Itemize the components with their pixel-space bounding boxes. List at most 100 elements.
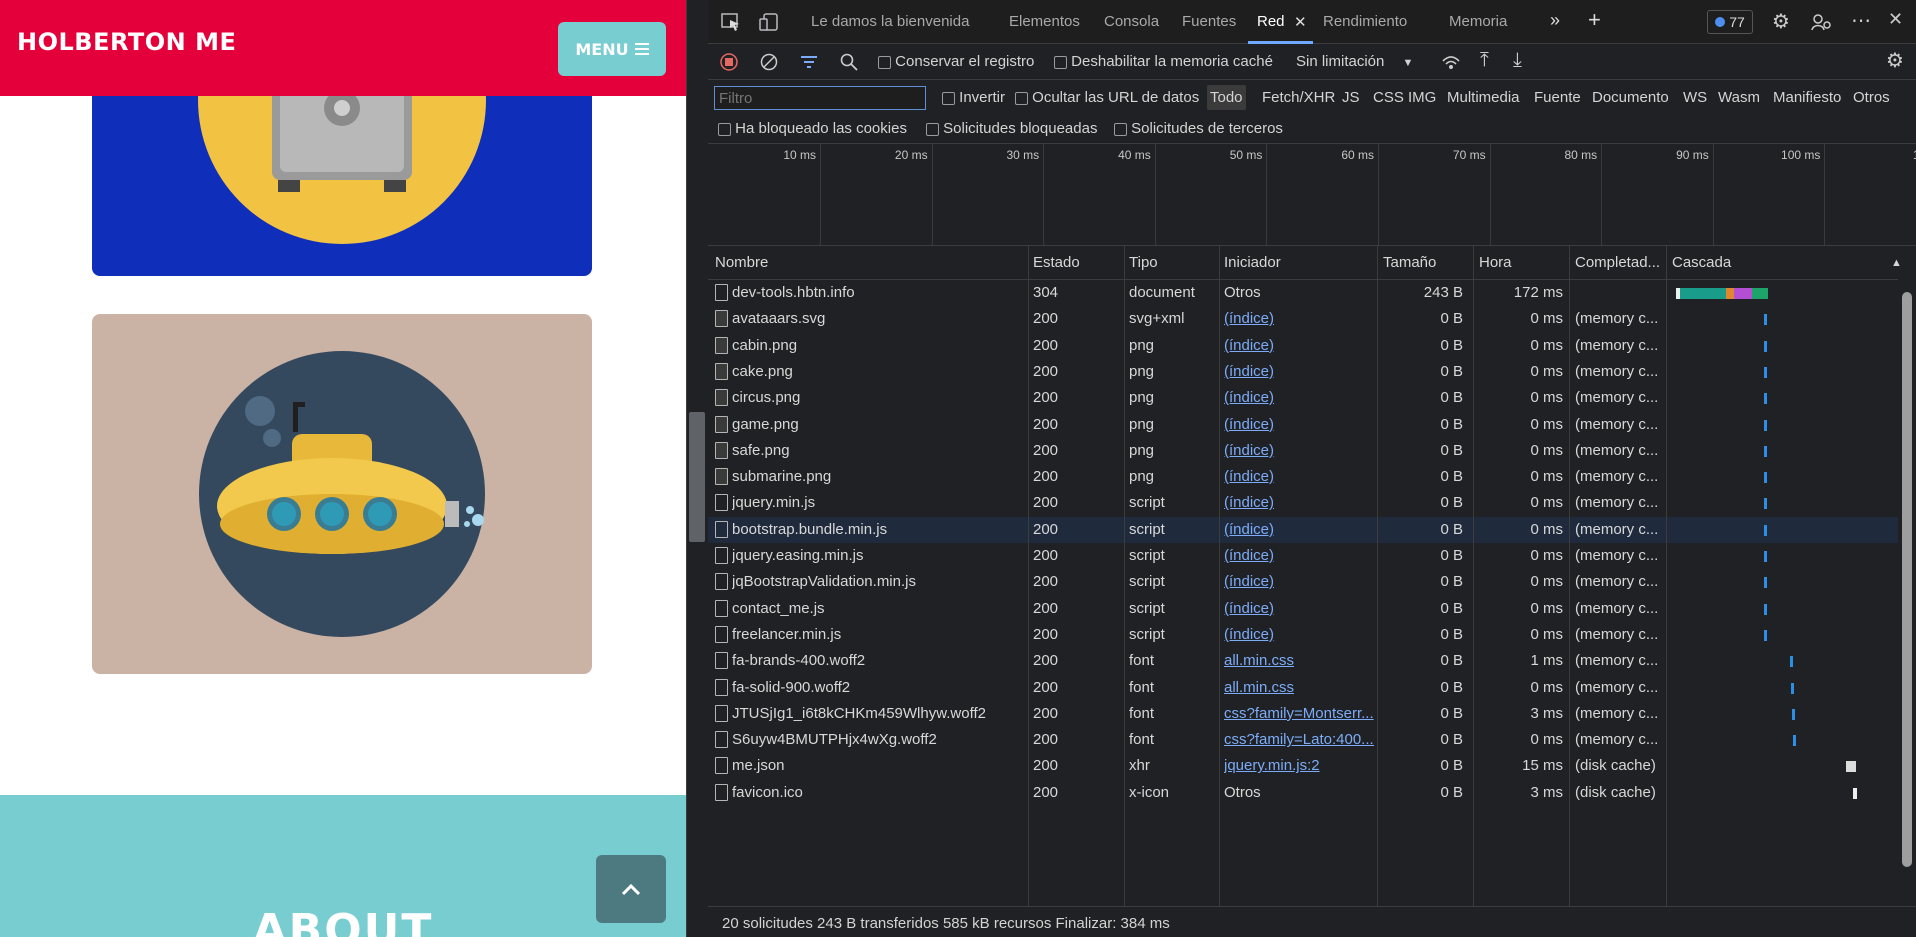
page-scrollbar-thumb[interactable] — [689, 412, 705, 542]
device-toolbar-icon[interactable] — [758, 12, 780, 32]
filter-type-document[interactable]: Documento — [1592, 89, 1669, 106]
settings-gear-icon[interactable]: ⚙ — [1772, 9, 1790, 34]
scroll-to-top-button[interactable] — [596, 855, 666, 923]
filter-type-wasm[interactable]: Wasm — [1718, 89, 1760, 106]
filter-type-ws[interactable]: WS — [1683, 89, 1707, 106]
column-type[interactable]: Tipo — [1129, 254, 1158, 271]
request-initiator[interactable]: (índice) — [1224, 600, 1374, 617]
table-row[interactable]: favicon.ico 200 x-icon Otros 0 B 3 ms (disk ca… — [708, 780, 1898, 806]
filter-icon[interactable] — [800, 54, 818, 70]
issues-badge[interactable]: 77 — [1707, 10, 1753, 34]
table-row[interactable]: fa-brands-400.woff2 200 font all.min.css 0 B… — [708, 648, 1898, 674]
request-initiator[interactable]: (índice) — [1224, 337, 1374, 354]
table-row[interactable]: safe.png 200 png (índice) 0 B 0 ms (memory c..… — [708, 438, 1898, 464]
more-tabs-icon[interactable]: » — [1550, 10, 1560, 31]
hide-data-urls-check[interactable] — [1015, 91, 1028, 105]
table-row[interactable]: jquery.min.js 200 script (índice) 0 B 0 ms (me… — [708, 490, 1898, 516]
filter-type-fetch-xhr[interactable]: Fetch/XHR — [1262, 89, 1335, 106]
filter-type-css[interactable]: CSS — [1373, 89, 1404, 106]
request-initiator[interactable]: (índice) — [1224, 573, 1374, 590]
hide-data-urls-checkbox[interactable]: Ocultar las URL de datos — [1015, 89, 1199, 106]
inspect-element-icon[interactable] — [720, 12, 742, 32]
search-icon[interactable] — [840, 53, 858, 71]
tab-sources[interactable]: Fuentes — [1182, 13, 1236, 30]
preserve-log-check[interactable] — [878, 55, 891, 69]
table-scrollbar-thumb[interactable] — [1902, 292, 1912, 867]
table-row[interactable]: me.json 200 xhr jquery.min.js:2 0 B 15 ms (dis… — [708, 753, 1898, 779]
column-waterfall[interactable]: Cascada — [1672, 254, 1731, 271]
request-initiator[interactable]: css?family=Lato:400.... — [1224, 731, 1374, 748]
tab-welcome[interactable]: Le damos la bienvenida — [811, 13, 969, 30]
table-row[interactable]: S6uyw4BMUTPHjx4wXg.woff2 200 font css?famil… — [708, 727, 1898, 753]
table-row[interactable]: game.png 200 png (índice) 0 B 0 ms (memory c..… — [708, 412, 1898, 438]
clear-icon[interactable] — [760, 53, 778, 71]
filter-type-js[interactable]: JS — [1342, 89, 1360, 106]
table-row[interactable]: fa-solid-900.woff2 200 font all.min.css 0 B 0… — [708, 675, 1898, 701]
blocked-requests-checkbox[interactable]: Solicitudes bloqueadas — [926, 120, 1097, 137]
table-row[interactable]: submarine.png 200 png (índice) 0 B 0 ms (memor… — [708, 464, 1898, 490]
request-initiator[interactable]: (índice) — [1224, 310, 1374, 327]
export-har-icon[interactable]: ⤓ — [1513, 49, 1522, 72]
third-party-check[interactable] — [1114, 122, 1127, 136]
network-settings-gear-icon[interactable]: ⚙ — [1886, 48, 1904, 73]
more-options-icon[interactable]: ⋯ — [1851, 8, 1871, 33]
request-initiator[interactable]: jquery.min.js:2 — [1224, 757, 1374, 774]
request-initiator[interactable]: (índice) — [1224, 468, 1374, 485]
request-initiator[interactable]: (índice) — [1224, 547, 1374, 564]
table-row[interactable]: contact_me.js 200 script (índice) 0 B 0 ms (me… — [708, 596, 1898, 622]
network-conditions-icon[interactable] — [1441, 53, 1461, 71]
request-initiator[interactable]: (índice) — [1224, 521, 1374, 538]
column-fulfilled[interactable]: Completad... — [1575, 254, 1660, 271]
table-row[interactable]: freelancer.min.js 200 script (índice) 0 B 0 m… — [708, 622, 1898, 648]
table-row[interactable]: cabin.png 200 png (índice) 0 B 0 ms (memory c.… — [708, 333, 1898, 359]
invert-check[interactable] — [942, 91, 955, 105]
network-overview-timeline[interactable]: 10 ms 20 ms 30 ms 40 ms 50 ms 60 ms 70 ms 80 ms… — [708, 144, 1916, 246]
filter-type-all[interactable]: Todo — [1207, 85, 1246, 110]
blocked-requests-check[interactable] — [926, 122, 939, 136]
column-time[interactable]: Hora — [1479, 254, 1512, 271]
filter-input[interactable] — [714, 86, 926, 110]
portfolio-card-submarine[interactable] — [92, 314, 592, 674]
table-row[interactable]: dev-tools.hbtn.info 304 document Otros 243 B… — [708, 280, 1898, 306]
request-initiator[interactable]: (índice) — [1224, 494, 1374, 511]
filter-type-other[interactable]: Otros — [1853, 89, 1890, 106]
record-stop-icon[interactable] — [720, 53, 738, 71]
preserve-log-checkbox[interactable]: Conservar el registro — [878, 53, 1034, 70]
filter-type-img[interactable]: IMG — [1408, 89, 1436, 106]
table-row[interactable]: avataaars.svg 200 svg+xml (índice) 0 B 0 ms (m… — [708, 306, 1898, 332]
tab-performance[interactable]: Rendimiento — [1323, 13, 1407, 30]
blocked-cookies-check[interactable] — [718, 122, 731, 136]
tab-network[interactable]: Red — [1257, 13, 1285, 30]
disable-cache-checkbox[interactable]: Deshabilitar la memoria caché — [1054, 53, 1273, 70]
column-initiator[interactable]: Iniciador — [1224, 254, 1281, 271]
table-row[interactable]: JTUSjIg1_i6t8kCHKm459Wlhyw.woff2 200 font c… — [708, 701, 1898, 727]
site-brand[interactable]: HOLBERTON ME — [17, 28, 236, 56]
table-row[interactable]: cake.png 200 png (índice) 0 B 0 ms (memory c..… — [708, 359, 1898, 385]
third-party-checkbox[interactable]: Solicitudes de terceros — [1114, 120, 1283, 137]
request-initiator[interactable]: (índice) — [1224, 442, 1374, 459]
request-initiator[interactable]: (índice) — [1224, 626, 1374, 643]
column-status[interactable]: Estado — [1033, 254, 1080, 271]
request-initiator[interactable]: css?family=Montserr... — [1224, 705, 1374, 722]
throttling-select[interactable]: Sin limitación ▼ — [1296, 53, 1413, 70]
column-size[interactable]: Tamaño — [1383, 254, 1436, 271]
disable-cache-check[interactable] — [1054, 55, 1067, 69]
blocked-cookies-checkbox[interactable]: Ha bloqueado las cookies — [718, 120, 907, 137]
import-har-icon[interactable]: ⤒ — [1480, 49, 1489, 72]
invert-checkbox[interactable]: Invertir — [942, 89, 1005, 106]
tab-console[interactable]: Consola — [1104, 13, 1159, 30]
filter-type-media[interactable]: Multimedia — [1447, 89, 1520, 106]
tab-elements[interactable]: Elementos — [1009, 13, 1080, 30]
filter-type-font[interactable]: Fuente — [1534, 89, 1581, 106]
close-devtools-icon[interactable]: ✕ — [1888, 9, 1903, 30]
close-tab-icon[interactable]: ✕ — [1294, 13, 1307, 31]
column-name[interactable]: Nombre — [715, 254, 768, 271]
request-initiator[interactable]: (índice) — [1224, 389, 1374, 406]
table-row[interactable]: circus.png 200 png (índice) 0 B 0 ms (memory c… — [708, 385, 1898, 411]
new-tab-icon[interactable]: + — [1588, 7, 1601, 33]
request-initiator[interactable]: (índice) — [1224, 363, 1374, 380]
request-initiator[interactable]: all.min.css — [1224, 652, 1374, 669]
table-row[interactable]: jquery.easing.min.js 200 script (índice) 0 B… — [708, 543, 1898, 569]
table-row[interactable]: bootstrap.bundle.min.js 200 script (índice)… — [708, 516, 1898, 543]
request-initiator[interactable]: all.min.css — [1224, 679, 1374, 696]
